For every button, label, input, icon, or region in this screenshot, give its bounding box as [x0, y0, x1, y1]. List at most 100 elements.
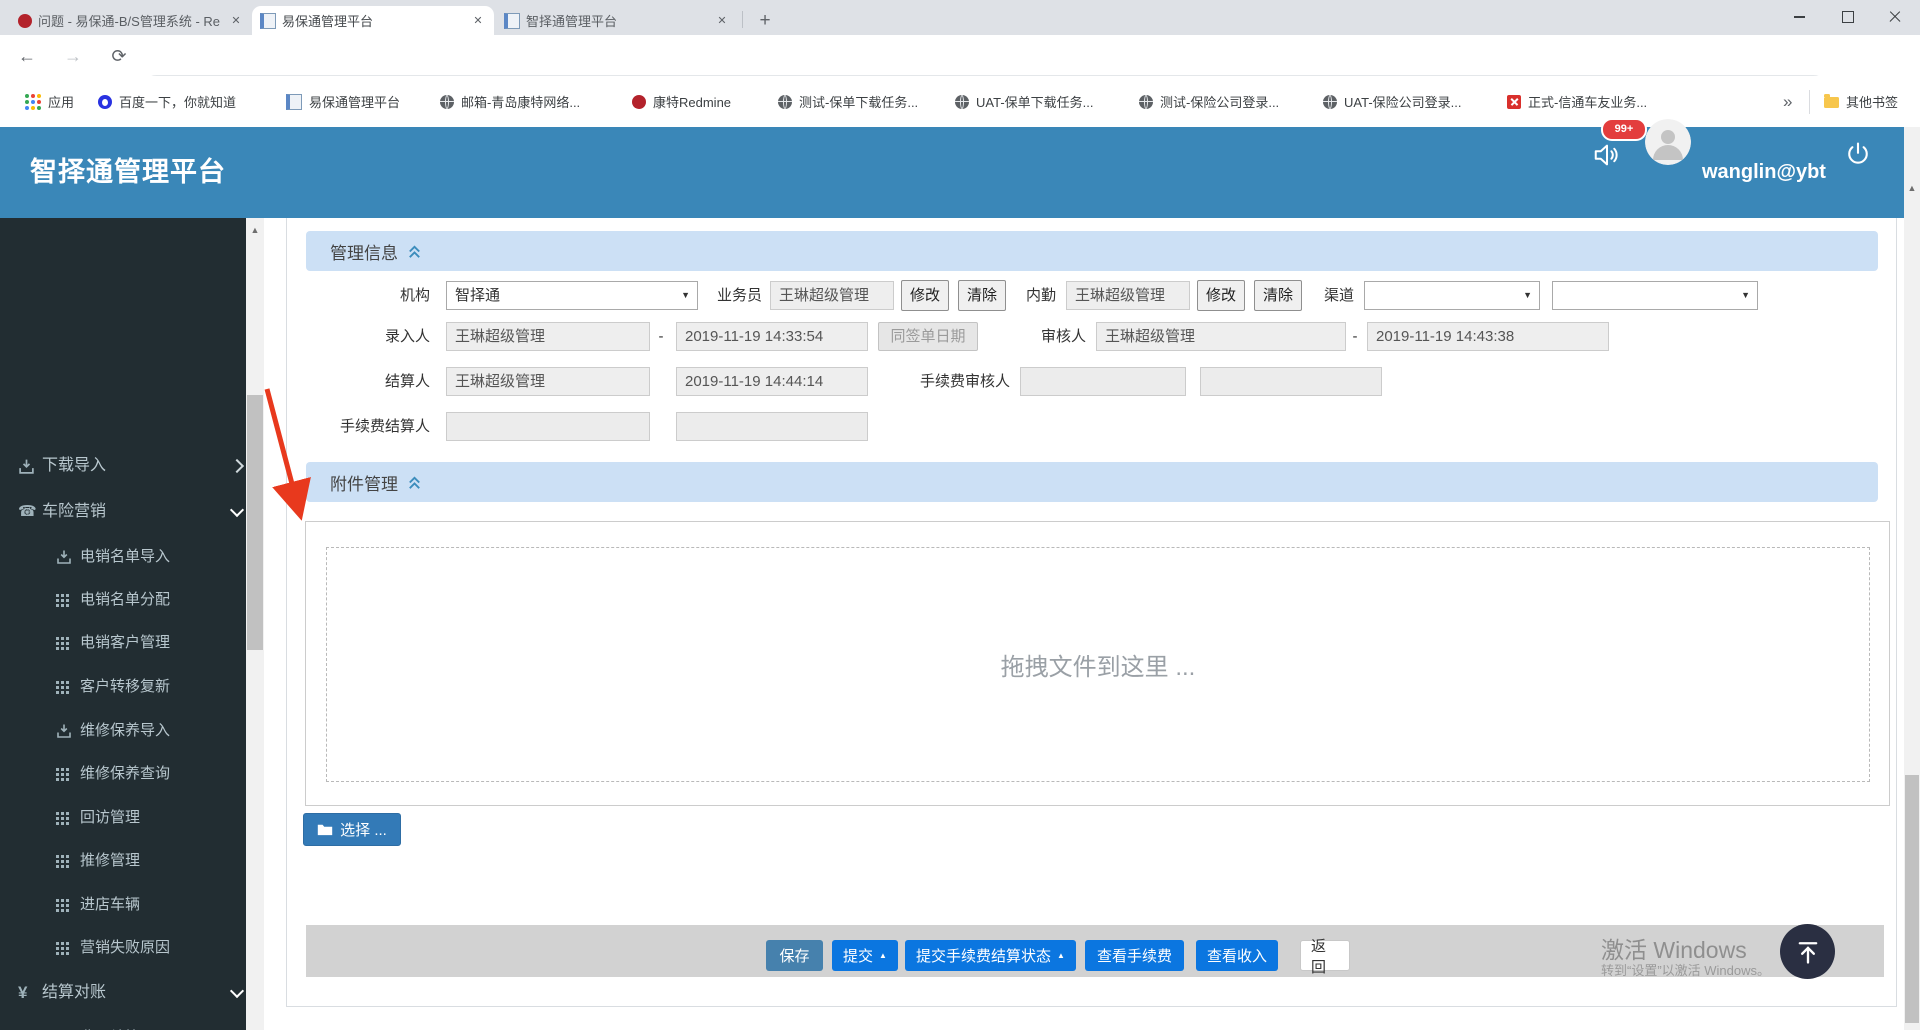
sidebar-label: 电销名单分配: [80, 591, 171, 608]
window-maximize-button[interactable]: [1824, 0, 1871, 34]
submit-fee-status-button[interactable]: 提交手续费结算状态 ▲: [905, 940, 1076, 971]
tab-close-icon[interactable]: ✕: [470, 13, 486, 29]
other-bookmarks-button[interactable]: 其他书签: [1824, 76, 1898, 127]
back-icon[interactable]: ←: [12, 41, 42, 71]
fee-auditor-field[interactable]: [1020, 367, 1186, 396]
bookmark-label: 百度一下，你就知道: [119, 95, 237, 110]
same-sign-date-button[interactable]: 同签单日期: [878, 322, 978, 351]
reload-icon[interactable]: ⟳: [104, 41, 134, 71]
back-to-top-button[interactable]: [1780, 924, 1835, 979]
scroll-up-icon[interactable]: ▲: [246, 222, 264, 238]
tab-close-icon[interactable]: ✕: [714, 13, 730, 29]
office-field[interactable]: 王琳超级管理: [1066, 281, 1190, 310]
sidebar-label: 维修保养查询: [80, 765, 171, 782]
bookmarks-overflow-icon[interactable]: »: [1783, 76, 1792, 127]
windows-activation-hint: 转到“设置”以激活 Windows。: [1601, 963, 1771, 978]
sidebar-item-settlement-reconciliation[interactable]: ¥ 结算对账: [0, 978, 264, 1008]
browser-window: 问题 - 易保通-B/S管理系统 - Re ✕ 易保通管理平台 ✕ 智择通管理平…: [0, 0, 1920, 1030]
view-income-button[interactable]: 查看收入: [1196, 940, 1278, 971]
bookmark-ybt[interactable]: 易保通管理平台: [286, 76, 400, 127]
section-management-info[interactable]: 管理信息: [306, 231, 1878, 271]
notifications-speaker-icon[interactable]: [1592, 140, 1622, 175]
grid-icon: [56, 942, 80, 954]
fee-settler-field[interactable]: [446, 412, 650, 441]
red-annotation-arrow: [264, 388, 311, 521]
settler-field[interactable]: 王琳超级管理: [446, 367, 650, 396]
separator-dash: -: [658, 328, 664, 345]
auditor-field[interactable]: 王琳超级管理: [1096, 322, 1346, 351]
bookmark-redmine[interactable]: 康特Redmine: [632, 76, 731, 127]
save-button[interactable]: 保存: [766, 940, 823, 971]
channel-select-2[interactable]: ▼: [1552, 281, 1758, 310]
fee-audit-time-field[interactable]: [1200, 367, 1382, 396]
bookmark-label: 康特Redmine: [653, 95, 732, 110]
view-fee-button[interactable]: 查看手续费: [1085, 940, 1184, 971]
grid-icon: [56, 899, 80, 911]
caret-up-icon: ▲: [879, 950, 887, 960]
org-select[interactable]: 智择通 ▼: [446, 281, 698, 310]
bookmark-baidu[interactable]: 百度一下，你就知道: [98, 76, 236, 127]
salesman-modify-button[interactable]: 修改: [901, 280, 949, 311]
chevron-down-icon: [229, 983, 245, 999]
salesman-label: 业务员: [716, 287, 762, 304]
submit-fee-status-label: 提交手续费结算状态: [916, 948, 1052, 965]
sidebar-label: 结算对账: [42, 984, 107, 1001]
window-close-button[interactable]: [1872, 0, 1920, 34]
entry-time-field[interactable]: 2019-11-19 14:33:54: [676, 322, 868, 351]
panel-border: [286, 1006, 1897, 1007]
attachment-panel: 拖拽文件到这里 ...: [305, 521, 1890, 806]
file-dropzone[interactable]: 拖拽文件到这里 ...: [326, 547, 1870, 782]
bookmark-label: 测试-保险公司登录...: [1160, 95, 1280, 110]
choose-file-button[interactable]: 选择 ...: [303, 813, 401, 846]
tab-redmine-issue[interactable]: 问题 - 易保通-B/S管理系统 - Re ✕: [10, 6, 252, 35]
bookmark-test-download[interactable]: 测试-保单下载任务...: [778, 76, 918, 127]
sidebar-label: 车险营销: [42, 503, 107, 520]
auditor-label: 审核人: [1040, 328, 1086, 345]
new-tab-button[interactable]: +: [752, 8, 778, 34]
panel-border: [286, 218, 287, 1006]
salesman-field[interactable]: 王琳超级管理: [770, 281, 894, 310]
arrow-up-icon: [1798, 941, 1817, 964]
sidebar-item-download-import[interactable]: 下载导入: [0, 451, 264, 481]
sidebar-item-auto-insurance-marketing[interactable]: ☎ 车险营销: [0, 497, 264, 527]
bookmark-mail[interactable]: 邮箱-青岛康特网络...: [440, 76, 580, 127]
username[interactable]: wanglin@ybt: [1702, 127, 1826, 218]
folder-icon: [1824, 94, 1839, 108]
collapse-double-chevron-up-icon[interactable]: [406, 243, 423, 260]
page-scrollbar-thumb[interactable]: [1905, 775, 1919, 1023]
tab-ybt-platform[interactable]: 易保通管理平台 ✕: [252, 6, 494, 35]
apps-grid-icon: [31, 99, 35, 104]
tab-zzt-platform[interactable]: 智择通管理平台 ✕: [496, 6, 738, 35]
settle-time-field[interactable]: 2019-11-19 14:44:14: [676, 367, 868, 396]
tab-separator: [742, 11, 743, 28]
section-attachments[interactable]: 附件管理: [306, 462, 1878, 502]
bookmark-apps[interactable]: 应用: [25, 76, 74, 127]
office-clear-button[interactable]: 清除: [1254, 280, 1302, 311]
salesman-clear-button[interactable]: 清除: [958, 280, 1006, 311]
entry-person-field[interactable]: 王琳超级管理: [446, 322, 650, 351]
back-button[interactable]: 返回: [1300, 938, 1350, 976]
logout-power-icon[interactable]: [1844, 140, 1872, 173]
bookmark-label: 易保通管理平台: [309, 95, 401, 110]
scroll-up-icon[interactable]: ▲: [1904, 180, 1920, 196]
bookmark-uat-download[interactable]: UAT-保单下载任务...: [955, 76, 1093, 127]
collapse-double-chevron-up-icon[interactable]: [406, 474, 423, 491]
office-modify-button[interactable]: 修改: [1197, 280, 1245, 311]
forward-icon[interactable]: →: [58, 41, 88, 71]
audit-time-field[interactable]: 2019-11-19 14:43:38: [1367, 322, 1609, 351]
submit-button[interactable]: 提交 ▲: [832, 940, 898, 971]
bookmark-label: 应用: [48, 95, 75, 110]
tab-close-icon[interactable]: ✕: [228, 13, 244, 29]
caret-down-icon: ▼: [1523, 290, 1532, 300]
bookmark-test-login[interactable]: 测试-保险公司登录...: [1139, 76, 1279, 127]
channel-select-1[interactable]: ▼: [1364, 281, 1540, 310]
redmine-favicon: [18, 13, 32, 28]
bookmark-uat-login[interactable]: UAT-保险公司登录...: [1323, 76, 1461, 127]
red-x-icon: [1507, 94, 1521, 109]
tab-title: 易保通管理平台: [282, 14, 374, 29]
fee-settle-time-field[interactable]: [676, 412, 868, 441]
save-label: 保存: [779, 948, 810, 965]
sidebar-label: 电销名单导入: [80, 548, 171, 565]
avatar[interactable]: [1645, 119, 1691, 165]
window-minimize-button[interactable]: [1776, 0, 1823, 34]
